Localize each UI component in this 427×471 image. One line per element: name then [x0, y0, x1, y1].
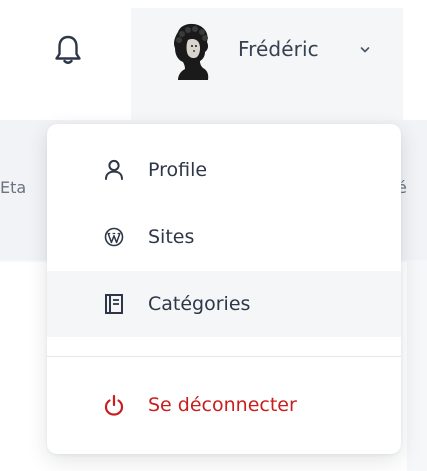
menu-divider [47, 356, 401, 357]
notebook-icon [103, 293, 125, 315]
menu-item-sites[interactable]: Sites [47, 204, 401, 270]
user-dropdown-menu: Profile Sites Catégories Se déconnecter [47, 124, 401, 454]
menu-item-label: Catégories [148, 293, 251, 315]
background-tab-label: Eta [0, 178, 27, 197]
bell-icon [55, 35, 81, 64]
wordpress-icon [103, 226, 125, 248]
user-menu-button[interactable]: Frédéric [131, 8, 403, 120]
menu-item-categories[interactable]: Catégories [47, 271, 401, 337]
menu-item-label: Sites [148, 226, 195, 248]
chevron-down-icon [360, 47, 370, 53]
menu-item-label: Profile [148, 159, 208, 181]
menu-item-profile[interactable]: Profile [47, 137, 401, 203]
user-name: Frédéric [238, 37, 319, 61]
power-icon [103, 394, 125, 416]
top-header: Frédéric [0, 0, 427, 120]
user-icon [103, 159, 125, 181]
logout-label: Se déconnecter [148, 394, 297, 416]
avatar [174, 23, 209, 81]
notifications-button[interactable] [48, 28, 88, 72]
menu-item-logout[interactable]: Se déconnecter [47, 372, 401, 438]
